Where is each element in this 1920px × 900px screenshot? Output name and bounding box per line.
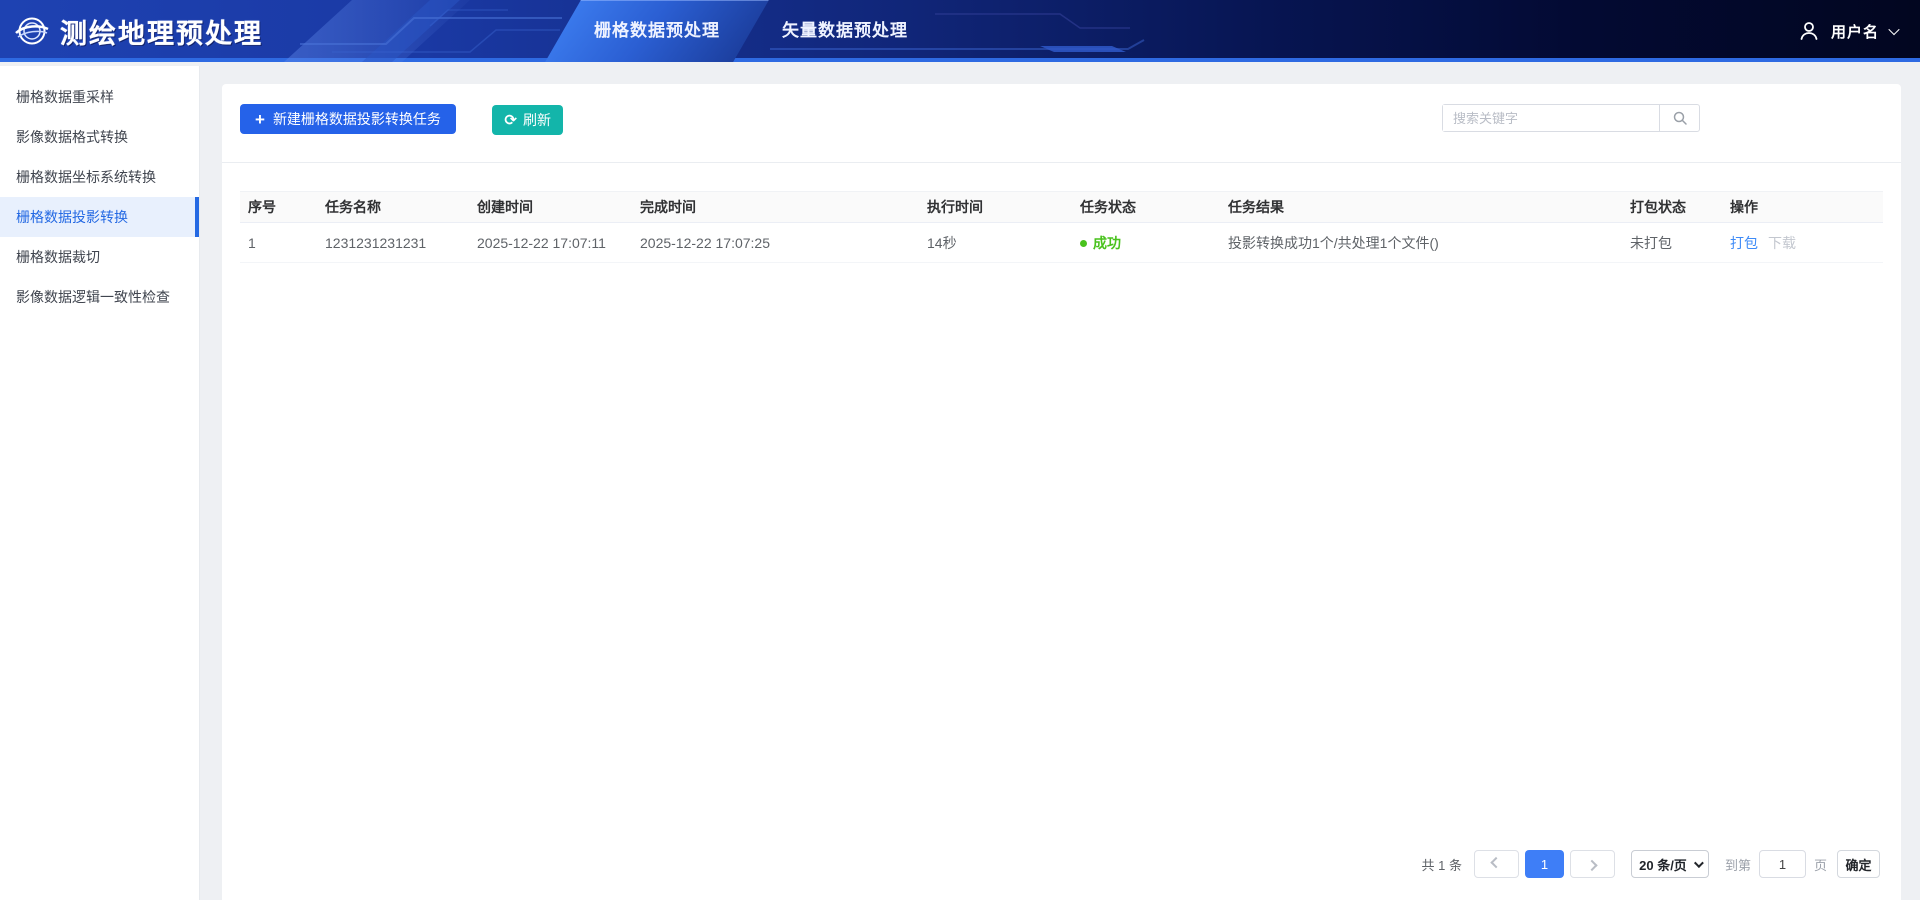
cell-finished: 2025-12-22 17:07:25: [632, 223, 919, 263]
chevron-right-icon: [1587, 860, 1598, 871]
pack-action-link[interactable]: 打包: [1730, 235, 1758, 251]
sidebar-item[interactable]: 栅格数据重采样: [0, 77, 199, 117]
cell-name: 1231231231231: [317, 223, 469, 263]
page-size-label: 20 条/页: [1639, 855, 1687, 874]
prev-page-button[interactable]: [1474, 850, 1519, 878]
cell-status: 成功: [1072, 223, 1220, 263]
pagination: 共 1 条 1 20 条/页 到第 页 确定: [1422, 850, 1881, 878]
column-header: 序号: [240, 192, 317, 223]
column-header: 操作: [1722, 192, 1883, 223]
goto-suffix-label: 页: [1814, 855, 1827, 874]
goto-page-input[interactable]: [1759, 850, 1806, 878]
chevron-left-icon: [1491, 857, 1502, 868]
tab-label: 矢量数据预处理: [782, 21, 908, 40]
sidebar-item-label: 栅格数据裁切: [16, 249, 100, 265]
column-header: 创建时间: [469, 192, 632, 223]
table-row: 112312312312312025-12-22 17:07:112025-12…: [240, 223, 1883, 263]
refresh-icon: ⟳: [504, 113, 517, 128]
chevron-down-icon: [1888, 24, 1899, 35]
current-page-button[interactable]: 1: [1525, 850, 1564, 878]
cell-duration: 14秒: [919, 223, 1072, 263]
sidebar-item-label: 栅格数据重采样: [16, 89, 114, 105]
sidebar-item-label: 栅格数据投影转换: [16, 209, 128, 225]
total-count-label: 共 1 条: [1422, 855, 1462, 874]
toolbar: + 新建栅格数据投影转换任务 ⟳ 刷新: [222, 84, 1901, 163]
search-button[interactable]: [1659, 105, 1699, 131]
app-root: 测绘地理预处理 栅格数据预处理 矢量数据预处理 用户名 栅格数据重采样影像数据格式…: [0, 0, 1920, 900]
column-header: 任务状态: [1072, 192, 1220, 223]
tab-inactive[interactable]: 矢量数据预处理: [751, 0, 939, 62]
sidebar-item[interactable]: 影像数据逻辑一致性检查: [0, 277, 199, 317]
sidebar-item[interactable]: 影像数据格式转换: [0, 117, 199, 157]
header-circuit-decoration: [0, 0, 1920, 62]
tab-active[interactable]: 栅格数据预处理: [563, 0, 751, 62]
logo-icon: [14, 13, 50, 49]
plus-icon: +: [255, 111, 265, 128]
table-header-row: 序号任务名称创建时间完成时间执行时间任务状态任务结果打包状态操作: [240, 192, 1883, 223]
sidebar-nav: 栅格数据重采样影像数据格式转换栅格数据坐标系统转换栅格数据投影转换栅格数据裁切影…: [0, 66, 200, 900]
app-title: 测绘地理预处理: [60, 12, 263, 51]
user-icon: [1798, 20, 1820, 42]
task-table: 序号任务名称创建时间完成时间执行时间任务状态任务结果打包状态操作 1123123…: [240, 191, 1883, 263]
user-menu[interactable]: 用户名: [1798, 0, 1898, 62]
page-size-select[interactable]: 20 条/页: [1631, 850, 1709, 878]
new-task-label: 新建栅格数据投影转换任务: [273, 109, 441, 129]
next-page-button[interactable]: [1570, 850, 1615, 878]
select-arrow-icon: [1694, 858, 1704, 868]
sidebar-item-label: 栅格数据坐标系统转换: [16, 169, 156, 185]
header: 测绘地理预处理 栅格数据预处理 矢量数据预处理 用户名: [0, 0, 1920, 62]
column-header: 打包状态: [1622, 192, 1722, 223]
main-panel: + 新建栅格数据投影转换任务 ⟳ 刷新: [222, 84, 1901, 900]
sidebar-item[interactable]: 栅格数据投影转换: [0, 197, 199, 237]
search-icon: [1672, 110, 1688, 126]
cell-pack-status: 未打包: [1622, 223, 1722, 263]
status-text: 成功: [1093, 235, 1121, 251]
goto-prefix-label: 到第: [1725, 855, 1751, 874]
sidebar-item[interactable]: 栅格数据裁切: [0, 237, 199, 277]
confirm-button[interactable]: 确定: [1837, 850, 1880, 878]
sidebar-item-label: 影像数据逻辑一致性检查: [16, 289, 170, 305]
task-table-wrap: 序号任务名称创建时间完成时间执行时间任务状态任务结果打包状态操作 1123123…: [240, 191, 1883, 263]
table-body: 112312312312312025-12-22 17:07:112025-12…: [240, 223, 1883, 263]
column-header: 完成时间: [632, 192, 919, 223]
cell-created: 2025-12-22 17:07:11: [469, 223, 632, 263]
status-dot-icon: [1080, 240, 1087, 247]
column-header: 执行时间: [919, 192, 1072, 223]
new-task-button[interactable]: + 新建栅格数据投影转换任务: [240, 104, 456, 134]
download-action-link: 下载: [1768, 235, 1796, 251]
refresh-label: 刷新: [523, 110, 551, 130]
refresh-button[interactable]: ⟳ 刷新: [492, 105, 563, 135]
user-name: 用户名: [1831, 21, 1879, 42]
sidebar-item-label: 影像数据格式转换: [16, 129, 128, 145]
tab-label: 栅格数据预处理: [594, 21, 720, 40]
brand: 测绘地理预处理: [14, 0, 263, 62]
header-tabs: 栅格数据预处理 矢量数据预处理: [563, 0, 939, 62]
cell-actions: 打包下载: [1722, 223, 1883, 263]
search-input[interactable]: [1443, 105, 1659, 131]
cell-result: 投影转换成功1个/共处理1个文件(): [1220, 223, 1622, 263]
column-header: 任务结果: [1220, 192, 1622, 223]
cell-index: 1: [240, 223, 317, 263]
sidebar-item[interactable]: 栅格数据坐标系统转换: [0, 157, 199, 197]
search-box: [1442, 104, 1700, 132]
column-header: 任务名称: [317, 192, 469, 223]
